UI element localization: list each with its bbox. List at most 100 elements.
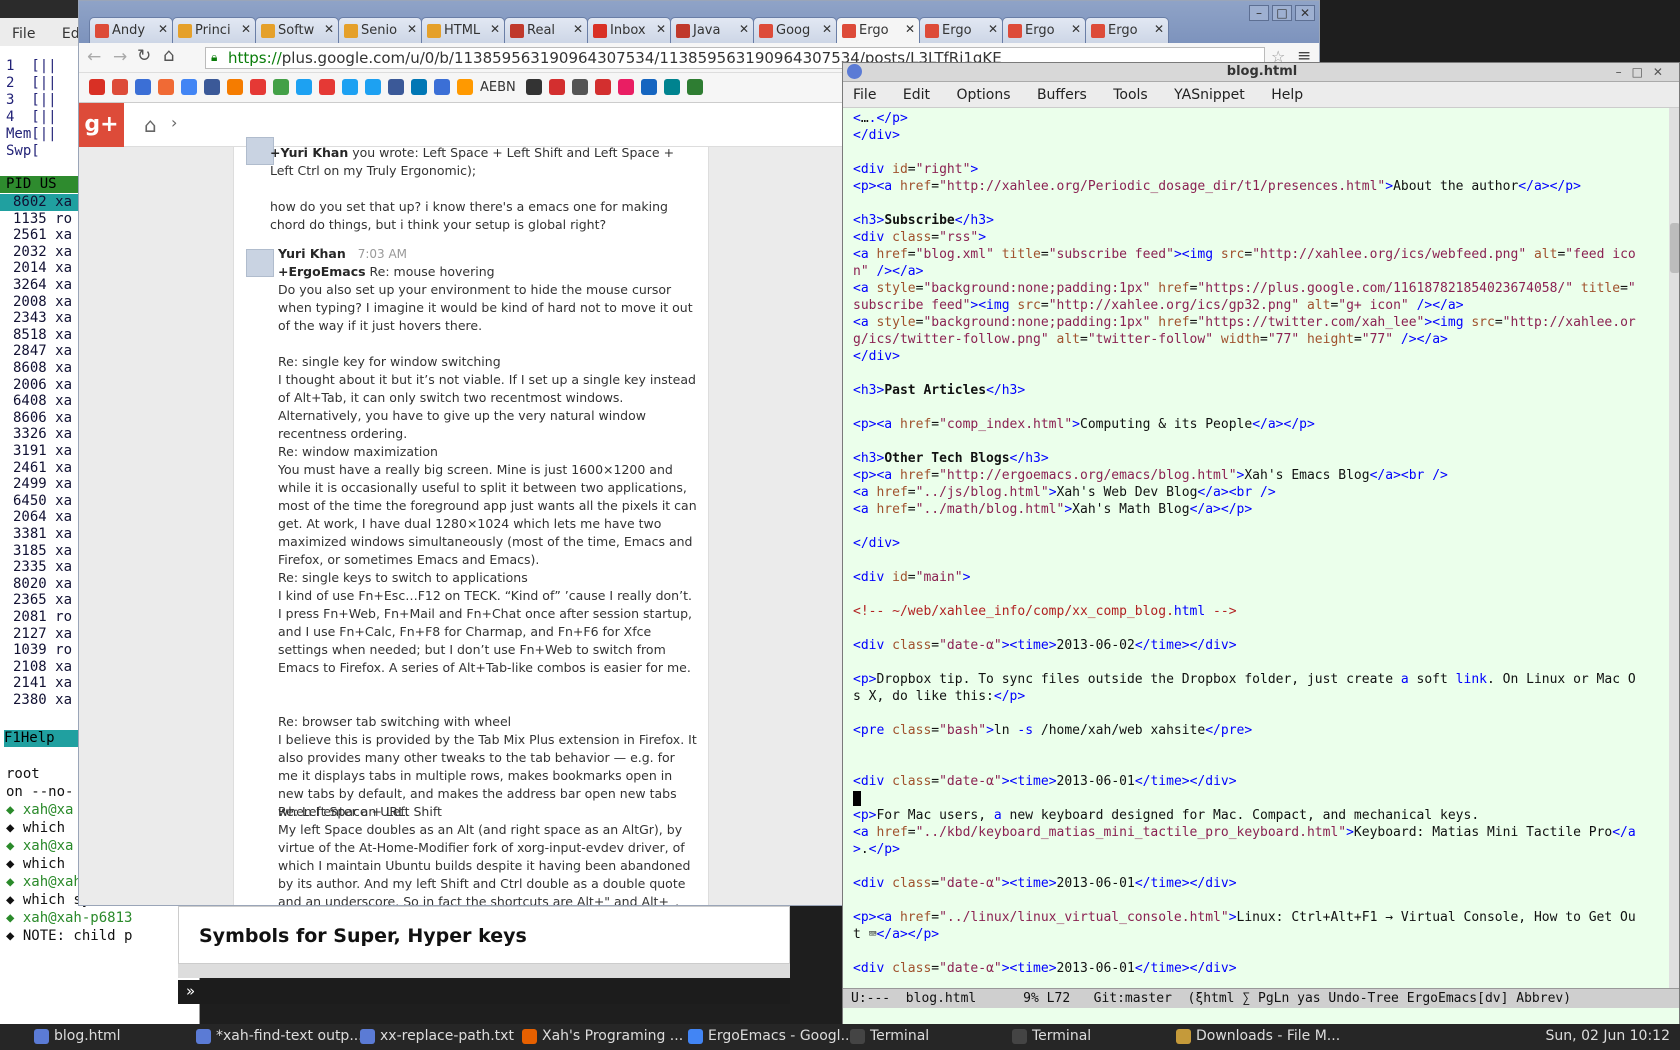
browser-tab[interactable]: Ergo ✕ (919, 17, 1003, 43)
bookmark-icon[interactable] (457, 79, 473, 95)
bookmark-icon[interactable] (594, 79, 611, 95)
emacs-window[interactable]: blog.html –□✕ File Edit Options Buffers … (842, 62, 1680, 1038)
maximize-icon[interactable]: □ (1272, 5, 1292, 21)
gplus-logo[interactable]: g+ (79, 103, 124, 147)
mention[interactable]: +ErgoEmacs (278, 264, 366, 279)
forward-icon[interactable]: → (113, 47, 127, 67)
browser-tab[interactable]: Senio ✕ (338, 17, 422, 43)
taskbar-item[interactable]: *xah-find-text outp... (196, 1028, 363, 1044)
code-buffer[interactable]: <….</p> </div> <div id="right"> <p><a href… (843, 108, 1669, 988)
bookmark-icon[interactable] (204, 79, 220, 95)
code-line: <!-- ~/web/xahlee_info/comp/xx_comp_blog… (853, 604, 1237, 619)
tab-close-icon[interactable]: ✕ (988, 22, 998, 36)
taskbar-item[interactable]: Xah's Programing ... (522, 1028, 683, 1044)
menu-tools[interactable]: Tools (1113, 87, 1148, 103)
code-line: <h3>Subscribe</h3> (853, 213, 994, 228)
reload-icon[interactable]: ↻ (137, 46, 151, 66)
clock[interactable]: Sun, 02 Jun 10:12 (1546, 1028, 1670, 1044)
tab-close-icon[interactable]: ✕ (324, 22, 334, 36)
bookmark-icon[interactable] (617, 79, 634, 95)
bookmark-icon[interactable] (158, 79, 174, 95)
bookmark-icon[interactable] (273, 79, 289, 95)
bookmark-icon[interactable] (640, 79, 657, 95)
tab-close-icon[interactable]: ✕ (1154, 22, 1164, 36)
menu-help[interactable]: Help (1271, 87, 1303, 103)
bookmark-icon[interactable] (365, 79, 381, 95)
home-nav-icon[interactable]: ⌂ (144, 113, 157, 137)
bookmark-icon[interactable] (411, 79, 427, 95)
browser-tab[interactable]: Ergo ✕ (1002, 17, 1086, 43)
bookmark-icon[interactable] (342, 79, 358, 95)
app-icon (1176, 1029, 1191, 1044)
browser-tab[interactable]: Inbox ✕ (587, 17, 671, 43)
avatar[interactable] (246, 249, 274, 277)
bookmark-icon[interactable] (227, 79, 243, 95)
htop-meter: 2 [|| (6, 75, 57, 91)
tab-close-icon[interactable]: ✕ (656, 22, 666, 36)
terminal-menu-file[interactable]: File (12, 26, 35, 42)
bookmark-icon[interactable] (686, 79, 703, 95)
bookmark-icon[interactable] (571, 79, 588, 95)
comment-author[interactable]: Yuri Khan (278, 246, 346, 261)
menu-edit[interactable]: Edit (903, 87, 930, 103)
menu-file[interactable]: File (853, 87, 876, 103)
code-line: <a href="../js/blog.html">Xah's Web Dev … (853, 485, 1276, 500)
browser-tab[interactable]: Ergo ✕ (1085, 17, 1169, 43)
bookmark-aebn[interactable]: AEBN (480, 80, 516, 95)
code-line: <div class="date-α"><time>2013-06-01</ti… (853, 774, 1237, 789)
tab-close-icon[interactable]: ✕ (241, 22, 251, 36)
bookmark-icon[interactable] (525, 79, 542, 95)
taskbar-item[interactable]: Downloads - File M... (1176, 1028, 1340, 1044)
taskbar-item[interactable]: ErgoEmacs - Googl... (688, 1028, 854, 1044)
bookmark-icon[interactable] (663, 79, 680, 95)
menu-yasnippet[interactable]: YASnippet (1174, 87, 1245, 103)
code-line: <p><a href="http://xahlee.org/Periodic_d… (853, 179, 1581, 194)
code-line: g/ics/twitter-follow.png" alt="twitter-f… (853, 332, 1448, 347)
tab-close-icon[interactable]: ✕ (158, 22, 168, 36)
tab-close-icon[interactable]: ✕ (490, 22, 500, 36)
mention[interactable]: +Yuri Khan (270, 145, 348, 160)
browser-tab[interactable]: Ergo ✕ (836, 17, 920, 43)
taskbar-item[interactable]: Terminal (1012, 1028, 1091, 1044)
home-icon[interactable]: ⌂ (163, 45, 174, 66)
browser-tab[interactable]: Softw ✕ (255, 17, 339, 43)
bookmark-icon[interactable] (89, 79, 105, 95)
browser-tab[interactable]: Goog ✕ (753, 17, 837, 43)
taskbar-item[interactable]: xx-replace-path.txt (360, 1028, 514, 1044)
taskbar-item[interactable]: blog.html (34, 1028, 121, 1044)
taskbar-item[interactable]: Terminal (850, 1028, 929, 1044)
bookmark-icon[interactable] (296, 79, 312, 95)
bookmark-icon[interactable] (135, 79, 151, 95)
code-line: s X, do like this:</p> (853, 689, 1026, 704)
browser-tab[interactable]: Real ✕ (504, 17, 588, 43)
menu-buffers[interactable]: Buffers (1037, 87, 1087, 103)
tab-close-icon[interactable]: ✕ (1071, 22, 1081, 36)
bookmark-icon[interactable] (434, 79, 450, 95)
tab-close-icon[interactable]: ✕ (573, 22, 583, 36)
tab-close-icon[interactable]: ✕ (739, 22, 749, 36)
horizontal-scrollbar[interactable] (178, 964, 790, 978)
tab-close-icon[interactable]: ✕ (822, 22, 832, 36)
menu-options[interactable]: Options (956, 87, 1010, 103)
tab-close-icon[interactable]: ✕ (905, 22, 915, 36)
bookmark-icon[interactable] (388, 79, 404, 95)
bookmark-icon[interactable] (319, 79, 335, 95)
bookmark-icon[interactable] (112, 79, 128, 95)
bookmark-icon[interactable] (548, 79, 565, 95)
minimize-icon[interactable]: – (1249, 5, 1269, 21)
tab-label: Inbox (610, 23, 646, 38)
vertical-scrollbar[interactable] (1669, 108, 1679, 988)
browser-tab[interactable]: Andy ✕ (89, 17, 173, 43)
scrollbar-thumb[interactable] (1670, 223, 1679, 273)
back-icon[interactable]: ← (87, 47, 101, 67)
tab-close-icon[interactable]: ✕ (407, 22, 417, 36)
browser-tab[interactable]: Princi ✕ (172, 17, 256, 43)
bookmark-icon[interactable] (250, 79, 266, 95)
browser-tab[interactable]: HTML ✕ (421, 17, 505, 43)
bookmark-icon[interactable] (181, 79, 197, 95)
close-icon[interactable]: ✕ (1295, 5, 1315, 21)
window-controls[interactable]: –□✕ (1616, 63, 1673, 81)
browser-tab[interactable]: Java ✕ (670, 17, 754, 43)
